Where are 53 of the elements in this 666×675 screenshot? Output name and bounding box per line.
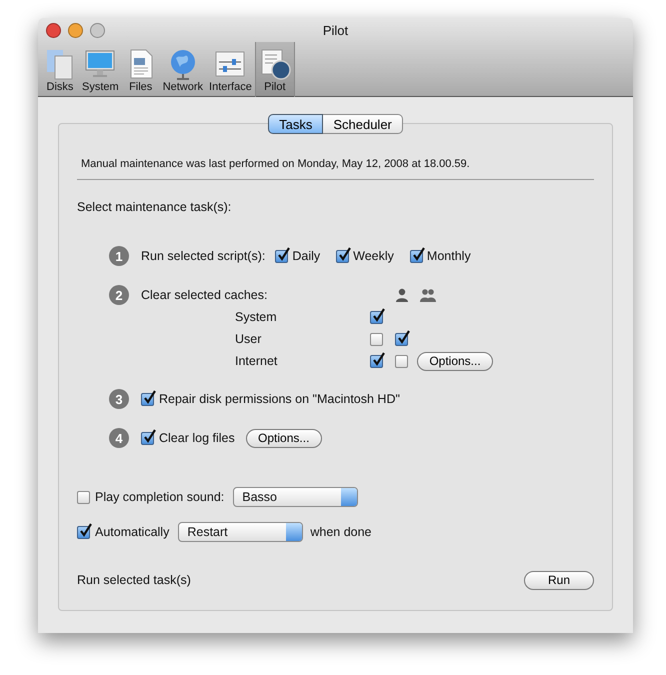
cache-label: System	[235, 309, 278, 326]
popup-menu[interactable]: Restart	[178, 522, 304, 542]
footer-label: Run selected task(s)	[77, 573, 191, 587]
checkbox[interactable]	[275, 250, 288, 262]
zoom-button[interactable]	[90, 22, 105, 38]
checkbox[interactable]	[141, 432, 154, 444]
step-number: 4	[109, 428, 129, 448]
step-number: 1	[109, 246, 129, 266]
step-label: Clear selected caches:	[141, 288, 268, 302]
clock-document-icon	[258, 48, 291, 80]
status-text: Manual maintenance was last performed on Monday, May 12, 2008 at 18.00.59.	[81, 158, 470, 170]
checkbox-label: Automatically	[95, 525, 170, 539]
suffix-label: when done	[310, 525, 372, 539]
checkbox-label: Play completion sound:	[95, 490, 224, 504]
popup-menu[interactable]: Basso	[233, 487, 358, 507]
user-icon	[395, 288, 409, 302]
checkbox[interactable]	[336, 250, 350, 262]
toolbar-button[interactable]: Disks	[41, 42, 79, 97]
checkbox[interactable]	[370, 332, 383, 346]
step-number: 3	[109, 389, 129, 409]
toolbar-button[interactable]: Interface	[206, 42, 255, 97]
toolbar-button[interactable]: System	[79, 42, 122, 97]
cache-label: Internet	[235, 353, 278, 370]
checkbox[interactable]	[395, 332, 408, 346]
checkbox[interactable]	[395, 354, 408, 368]
checkbox-label: Daily	[292, 249, 320, 263]
checkbox[interactable]	[77, 490, 90, 504]
checkbox-label: Clear log files	[159, 431, 235, 445]
checkbox[interactable]	[77, 526, 90, 538]
checkbox[interactable]	[410, 250, 423, 262]
checkbox[interactable]	[141, 392, 154, 406]
toolbar-button[interactable]: Network	[160, 42, 206, 97]
checkbox[interactable]	[370, 354, 383, 368]
tab[interactable]: Scheduler	[323, 114, 403, 134]
tab[interactable]: Tasks	[268, 114, 324, 134]
toolbar-button[interactable]: Files	[122, 42, 160, 97]
minimize-button[interactable]	[68, 22, 83, 38]
checkbox-label: Repair disk permissions on "Macintosh HD"	[159, 392, 400, 406]
monitor-icon	[84, 48, 116, 80]
window-title: Pilot	[322, 22, 348, 38]
checkbox-label: Weekly	[353, 249, 394, 263]
section-heading: Select maintenance task(s):	[77, 200, 232, 214]
options-button[interactable]: Options...	[246, 428, 322, 448]
checkbox-label: Monthly	[426, 249, 471, 263]
checkbox[interactable]	[370, 310, 383, 324]
group-icon	[420, 288, 436, 302]
close-button[interactable]	[46, 22, 61, 38]
toolbar-button[interactable]: Pilot	[254, 42, 295, 97]
run-button[interactable]: Run	[524, 570, 594, 590]
step-number: 2	[109, 285, 129, 305]
options-button[interactable]: Options...	[417, 352, 493, 370]
cache-label: User	[235, 331, 262, 348]
step-label: Run selected script(s):	[141, 249, 266, 263]
